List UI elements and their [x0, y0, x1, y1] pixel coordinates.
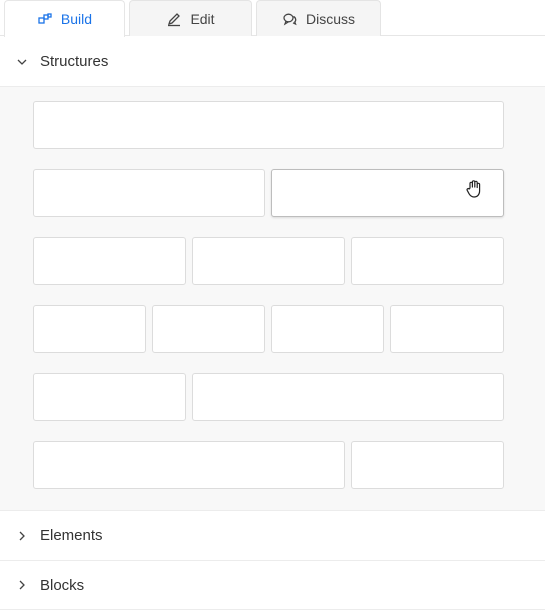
- chat-bubbles-icon: [282, 11, 298, 27]
- tab-build[interactable]: Build: [4, 0, 125, 37]
- structure-third-twothirds-right[interactable]: [192, 373, 504, 421]
- structure-twothirds-third-right[interactable]: [351, 441, 504, 489]
- section-elements-label: Elements: [40, 527, 103, 544]
- structure-3-columns-col3[interactable]: [351, 237, 504, 285]
- chevron-right-icon: [16, 530, 28, 542]
- tab-build-label: Build: [60, 11, 93, 27]
- structure-twothirds-third-left[interactable]: [33, 441, 345, 489]
- section-structures-header[interactable]: Structures: [0, 37, 545, 87]
- section-blocks-label: Blocks: [40, 576, 85, 594]
- structure-2-columns-right[interactable]: [271, 169, 504, 217]
- structure-4-columns-col3[interactable]: [271, 305, 384, 353]
- builder-panel: Build Edit Discuss Structures Elements B…: [0, 0, 545, 610]
- tab-edit[interactable]: Edit: [129, 0, 252, 36]
- tab-bar: Build Edit Discuss: [0, 0, 545, 37]
- structure-4-columns-col1[interactable]: [33, 305, 146, 353]
- structure-4-columns-col2[interactable]: [152, 305, 265, 353]
- structures-grid: [0, 87, 545, 510]
- structure-1-column[interactable]: [33, 101, 504, 149]
- section-blocks-header[interactable]: Blocks: [0, 560, 545, 610]
- structure-4-columns-col4[interactable]: [390, 305, 504, 353]
- section-elements-header[interactable]: Elements: [0, 510, 545, 560]
- build-icon: [37, 11, 53, 27]
- tab-discuss[interactable]: Discuss: [256, 0, 381, 36]
- structure-3-columns-col1[interactable]: [33, 237, 186, 285]
- chevron-down-icon: [16, 56, 28, 68]
- structure-third-twothirds-left[interactable]: [33, 373, 186, 421]
- pencil-icon: [166, 11, 182, 27]
- tab-discuss-label: Discuss: [305, 10, 355, 27]
- structure-2-columns-left[interactable]: [33, 169, 265, 217]
- structure-3-columns-col2[interactable]: [192, 237, 345, 285]
- section-structures-label: Structures: [40, 53, 109, 70]
- tab-edit-label: Edit: [190, 10, 215, 27]
- chevron-right-icon: [16, 579, 28, 591]
